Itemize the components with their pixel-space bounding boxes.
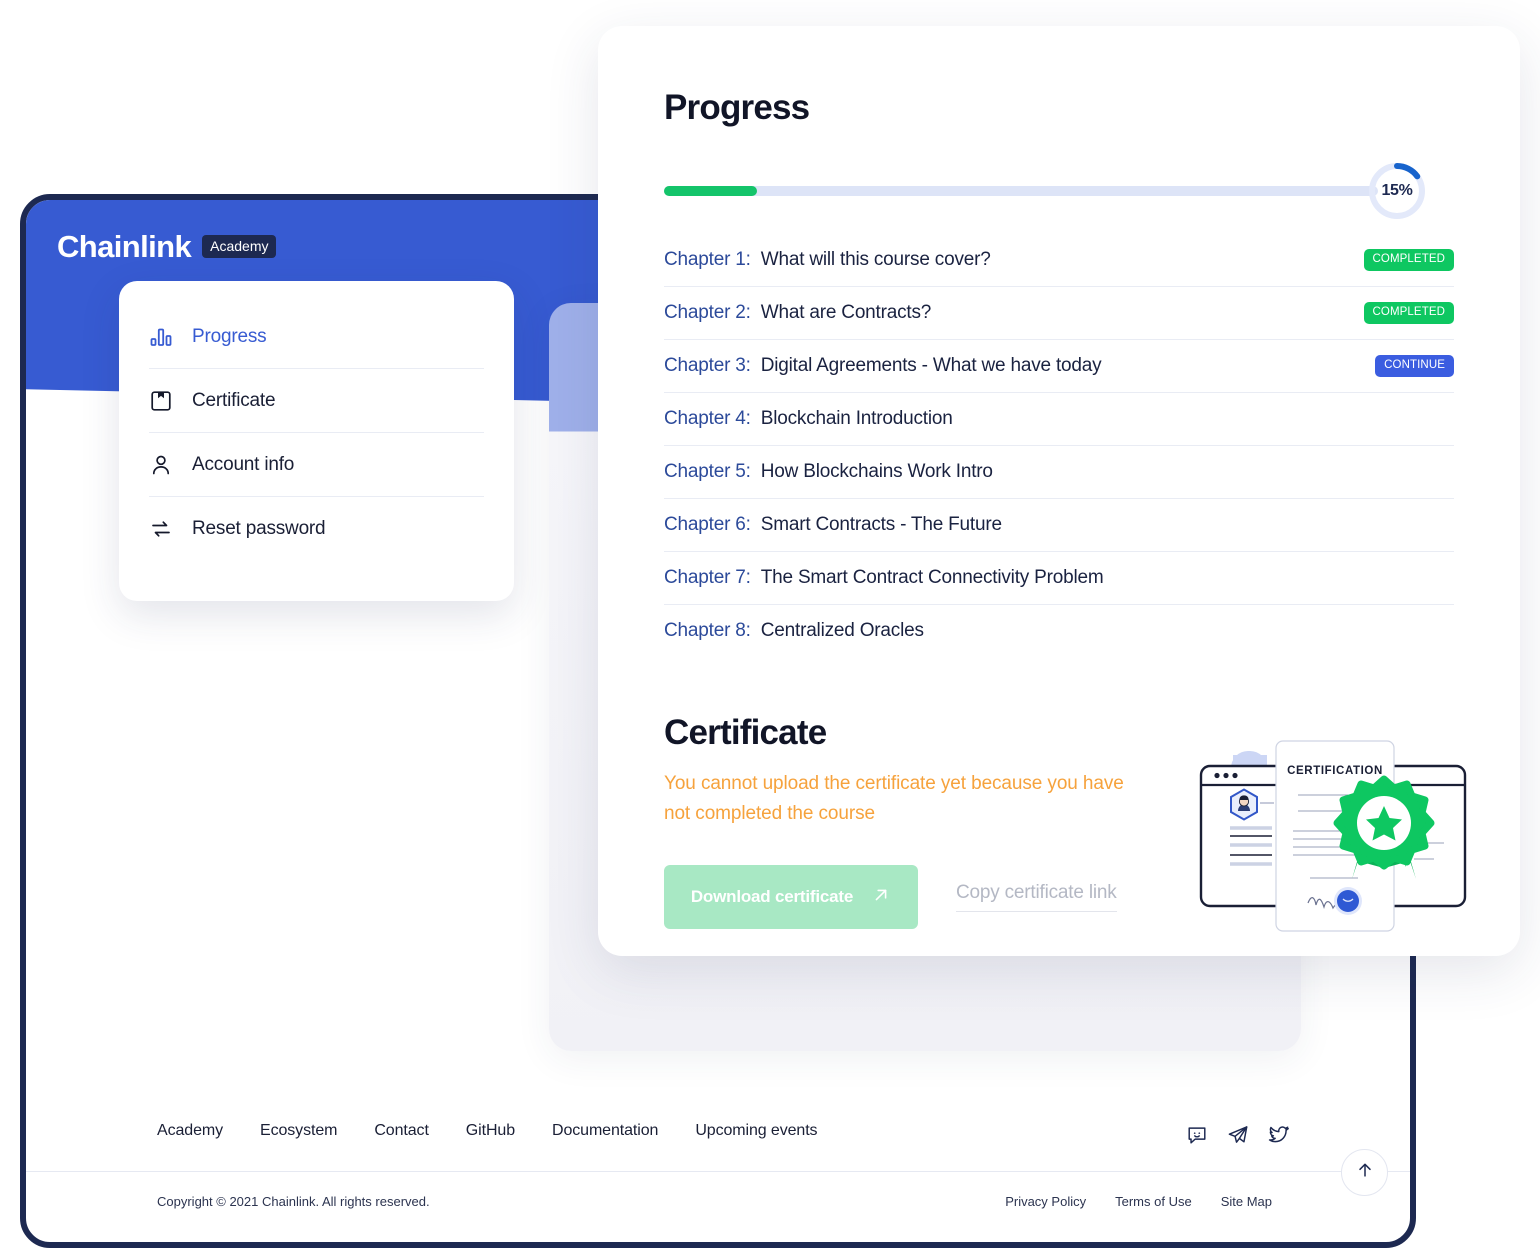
chapter-row[interactable]: Chapter 4: Blockchain Introduction bbox=[664, 393, 1454, 446]
chapter-title: How Blockchains Work Intro bbox=[760, 461, 993, 482]
footer-nav-links: Academy Ecosystem Contact GitHub Documen… bbox=[157, 1122, 818, 1140]
chapter-row[interactable]: Chapter 1: What will this course cover? … bbox=[664, 234, 1454, 287]
certificate-illustration: CERTIFICATION bbox=[1198, 733, 1468, 943]
chapter-number: Chapter 7: bbox=[664, 567, 751, 588]
progress-bar-fill bbox=[664, 186, 757, 196]
account-menu-card: Progress Certificate Account info Reset … bbox=[119, 281, 514, 601]
chapter-list: Chapter 1: What will this course cover? … bbox=[664, 234, 1454, 657]
chapter-title: The Smart Contract Connectivity Problem bbox=[760, 567, 1104, 588]
footer-divider bbox=[26, 1171, 1410, 1172]
copy-certificate-link-button[interactable]: Copy certificate link bbox=[956, 882, 1117, 913]
download-certificate-button[interactable]: Download certificate bbox=[664, 865, 918, 930]
chapter-title: What will this course cover? bbox=[760, 249, 991, 270]
scroll-to-top-button[interactable] bbox=[1341, 1149, 1388, 1196]
progress-percent-label: 15% bbox=[1381, 182, 1413, 199]
chapter-number: Chapter 6: bbox=[664, 514, 751, 535]
bar-chart-icon bbox=[149, 325, 173, 349]
chapter-title: Centralized Oracles bbox=[760, 620, 924, 641]
sidebar-item-label: Reset password bbox=[192, 517, 326, 539]
page-title: Progress bbox=[664, 88, 810, 127]
chapter-number: Chapter 3: bbox=[664, 355, 751, 376]
sidebar-item-label: Progress bbox=[192, 325, 267, 347]
chapter-number: Chapter 2: bbox=[664, 302, 751, 323]
footer-link-academy[interactable]: Academy bbox=[157, 1122, 223, 1140]
brand-badge: Academy bbox=[202, 235, 277, 258]
status-badge[interactable]: COMPLETED bbox=[1363, 301, 1454, 325]
chapter-title: Smart Contracts - The Future bbox=[760, 514, 1002, 535]
footer: Academy Ecosystem Contact GitHub Documen… bbox=[26, 1102, 1410, 1242]
chapter-number: Chapter 4: bbox=[664, 408, 751, 429]
arrow-up-icon bbox=[1355, 1160, 1375, 1185]
chapter-row[interactable]: Chapter 5: How Blockchains Work Intro bbox=[664, 446, 1454, 499]
sidebar-item-progress[interactable]: Progress bbox=[149, 305, 484, 369]
user-icon bbox=[149, 453, 173, 477]
chapter-row[interactable]: Chapter 6: Smart Contracts - The Future bbox=[664, 499, 1454, 552]
chapter-title: Digital Agreements - What we have today bbox=[760, 355, 1102, 376]
status-badge[interactable]: COMPLETED bbox=[1363, 248, 1454, 272]
legal-link-site-map[interactable]: Site Map bbox=[1221, 1194, 1272, 1209]
progress-panel: Progress 15% Chapter 1: What will this c… bbox=[598, 26, 1520, 956]
download-certificate-label: Download certificate bbox=[690, 887, 854, 907]
chapter-title: What are Contracts? bbox=[760, 302, 932, 323]
social-links bbox=[1186, 1124, 1290, 1146]
brand-name: Chainlink bbox=[57, 229, 192, 264]
continue-button[interactable]: CONTINUE bbox=[1375, 354, 1454, 378]
legal-link-privacy-policy[interactable]: Privacy Policy bbox=[1005, 1194, 1086, 1209]
chat-icon[interactable] bbox=[1186, 1124, 1208, 1146]
chapter-number: Chapter 1: bbox=[664, 249, 751, 270]
progress-bar-track bbox=[664, 186, 1378, 196]
refresh-icon bbox=[149, 517, 173, 541]
chapter-number: Chapter 8: bbox=[664, 620, 751, 641]
footer-link-github[interactable]: GitHub bbox=[466, 1122, 515, 1140]
chapter-row[interactable]: Chapter 8: Centralized Oracles bbox=[664, 605, 1454, 657]
sidebar-item-account-info[interactable]: Account info bbox=[149, 433, 484, 497]
chapter-row[interactable]: Chapter 2: What are Contracts? COMPLETED bbox=[664, 287, 1454, 340]
chapter-row[interactable]: Chapter 7: The Smart Contract Connectivi… bbox=[664, 552, 1454, 605]
save-icon bbox=[149, 389, 173, 413]
chapter-row[interactable]: Chapter 3: Digital Agreements - What we … bbox=[664, 340, 1454, 393]
footer-link-ecosystem[interactable]: Ecosystem bbox=[260, 1122, 337, 1140]
arrow-up-right-icon bbox=[871, 885, 891, 910]
progress-indicator: 15% bbox=[664, 160, 1454, 222]
sidebar-item-label: Certificate bbox=[192, 389, 276, 411]
brand-logo[interactable]: Chainlink Academy bbox=[57, 229, 277, 264]
illustration-heading: CERTIFICATION bbox=[1287, 765, 1383, 777]
footer-link-contact[interactable]: Contact bbox=[374, 1122, 429, 1140]
footer-link-documentation[interactable]: Documentation bbox=[552, 1122, 658, 1140]
telegram-icon[interactable] bbox=[1227, 1124, 1249, 1146]
certificate-section: Certificate You cannot upload the certif… bbox=[664, 713, 1467, 932]
chapter-title: Blockchain Introduction bbox=[760, 408, 953, 429]
chapter-number: Chapter 5: bbox=[664, 461, 751, 482]
legal-links: Privacy Policy Terms of Use Site Map bbox=[1005, 1194, 1272, 1209]
footer-link-upcoming-events[interactable]: Upcoming events bbox=[695, 1122, 817, 1140]
sidebar-item-certificate[interactable]: Certificate bbox=[149, 369, 484, 433]
sidebar-item-label: Account info bbox=[192, 453, 295, 475]
twitter-icon[interactable] bbox=[1268, 1124, 1290, 1146]
copyright-text: Copyright © 2021 Chainlink. All rights r… bbox=[157, 1194, 430, 1209]
sidebar-item-reset-password[interactable]: Reset password bbox=[149, 497, 484, 560]
legal-link-terms-of-use[interactable]: Terms of Use bbox=[1115, 1194, 1192, 1209]
progress-ring: 15% bbox=[1366, 160, 1428, 222]
certificate-warning-text: You cannot upload the certificate yet be… bbox=[664, 773, 1124, 825]
